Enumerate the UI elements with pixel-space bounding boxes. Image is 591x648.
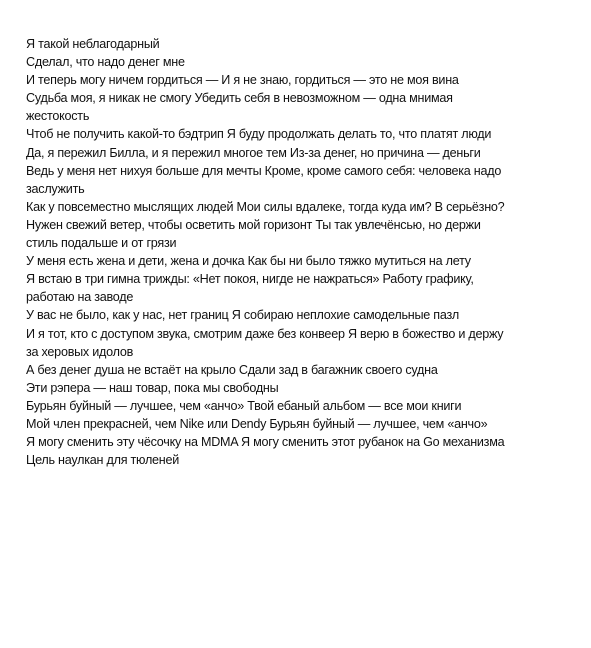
- text-line: Эти рэпера — наш товар, пока мы свободны: [26, 380, 279, 395]
- text-line: Мой член прекрасней, чем Nike или Dendy …: [26, 416, 488, 431]
- text-line: Я могу сменить эту чёсочку на MDMA Я мог…: [26, 435, 505, 450]
- text-line: У вас не было, как у нас, нет границ Я с…: [26, 308, 459, 323]
- text-line: Цель наулкан для тюленей: [26, 453, 180, 468]
- document-body: Я такой неблагодарный Сделал, что надо де…: [26, 35, 576, 469]
- text-line: работаю на заводе: [26, 290, 134, 305]
- text-line: У меня есть жена и дети, жена и дочка Ка…: [26, 254, 471, 269]
- text-line: Да, я пережил Билла, и я пережил многое …: [26, 145, 481, 160]
- text-line: жестокость: [26, 109, 90, 124]
- text-line: Сделал, что надо денег мне: [26, 55, 185, 70]
- text-line: Судьба моя, я никак не смогу Убедить себ…: [26, 91, 453, 106]
- text-line: Нужен свежий ветер, чтобы осветить мой г…: [26, 217, 481, 232]
- text-line: Ведь у меня нет нихуя больше для мечты К…: [26, 163, 502, 178]
- text-line: А без денег душа не встаёт на крыло Сдал…: [26, 362, 438, 377]
- text-line: за херовых идолов: [26, 344, 134, 359]
- text-line: И теперь могу ничем гордиться — И я не з…: [26, 73, 459, 88]
- text-line: Чтоб не получить какой-то бэдтрип Я буду…: [26, 127, 492, 142]
- text-line: Как у повсеместно мыслящих людей Мои сил…: [26, 199, 505, 214]
- text-line: Бурьян буйный — лучшее, чем «анчо» Твой …: [26, 398, 462, 413]
- text-line: И я тот, кто с доступом звука, смотрим д…: [26, 326, 504, 341]
- text-line: стиль подальше и от грязи: [26, 236, 177, 251]
- text-line: Я такой неблагодарный: [26, 37, 160, 51]
- text-line: заслужить: [26, 181, 85, 196]
- text-line: Я встаю в три гимна трижды: «Нет покоя, …: [26, 272, 474, 287]
